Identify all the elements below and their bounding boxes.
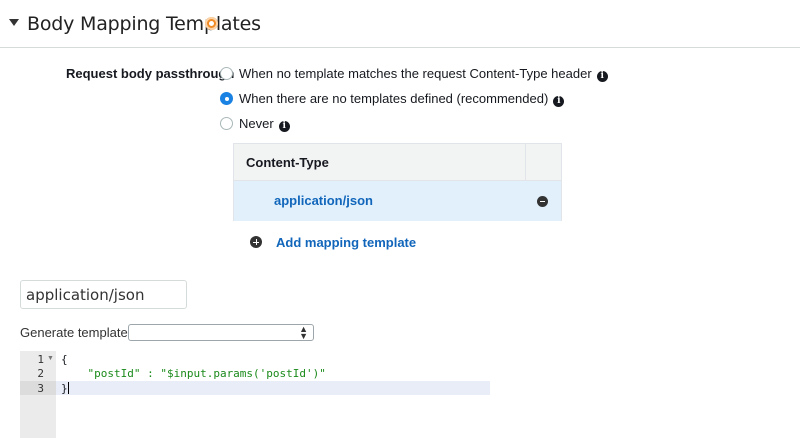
section-title: Body Mapping Templates (27, 13, 261, 35)
code-line-text: } (61, 382, 68, 395)
code-line[interactable]: { (61, 353, 68, 366)
select-arrows-icon: ▲ ▼ (299, 324, 308, 341)
table-header: Content-Type (234, 144, 561, 181)
radio-no-match[interactable] (220, 67, 233, 80)
generate-template-select[interactable]: ▲ ▼ (128, 324, 314, 341)
radio-never-label[interactable]: Never i (239, 116, 290, 132)
code-line[interactable]: } (61, 382, 69, 395)
template-name-input[interactable]: application/json (20, 280, 187, 309)
radio-never[interactable] (220, 117, 233, 130)
code-editor[interactable]: 1 ▼ { 2 "postId" : "$input.params('postI… (20, 351, 490, 438)
column-divider (525, 144, 526, 180)
info-badge-icon[interactable] (205, 17, 218, 30)
table-row[interactable]: application/json (234, 181, 561, 221)
radio-no-match-text: When no template matches the request Con… (239, 66, 592, 81)
radio-no-templates[interactable] (220, 92, 233, 105)
line-number: 1 (37, 353, 44, 366)
fold-arrow-icon[interactable]: ▼ (47, 355, 54, 362)
radio-never-text: Never (239, 116, 274, 131)
radio-no-templates-text: When there are no templates defined (rec… (239, 91, 549, 106)
content-type-link[interactable]: application/json (274, 193, 373, 208)
content-type-table: Content-Type application/json (233, 143, 562, 221)
code-line[interactable]: "postId" : "$input.params('postId')" (61, 367, 325, 380)
info-icon[interactable]: i (278, 121, 290, 132)
info-icon[interactable]: i (596, 71, 608, 82)
add-circle-icon[interactable] (250, 236, 262, 248)
section-header[interactable]: Body Mapping Templates (0, 0, 800, 48)
remove-circle-icon[interactable] (537, 196, 548, 207)
radio-no-match-label[interactable]: When no template matches the request Con… (239, 66, 608, 82)
active-line-highlight (56, 381, 490, 395)
text-cursor (67, 382, 69, 394)
section-divider (0, 47, 800, 48)
content-type-header: Content-Type (246, 155, 329, 170)
generate-template-label: Generate template: (20, 325, 132, 340)
add-mapping-template-link[interactable]: Add mapping template (276, 235, 416, 250)
radio-no-templates-label[interactable]: When there are no templates defined (rec… (239, 91, 565, 107)
collapse-caret-icon[interactable] (9, 19, 19, 26)
line-number: 2 (37, 367, 44, 380)
passthrough-label: Request body passthrough (66, 66, 235, 81)
line-number: 3 (37, 382, 44, 395)
info-icon[interactable]: i (553, 96, 565, 107)
